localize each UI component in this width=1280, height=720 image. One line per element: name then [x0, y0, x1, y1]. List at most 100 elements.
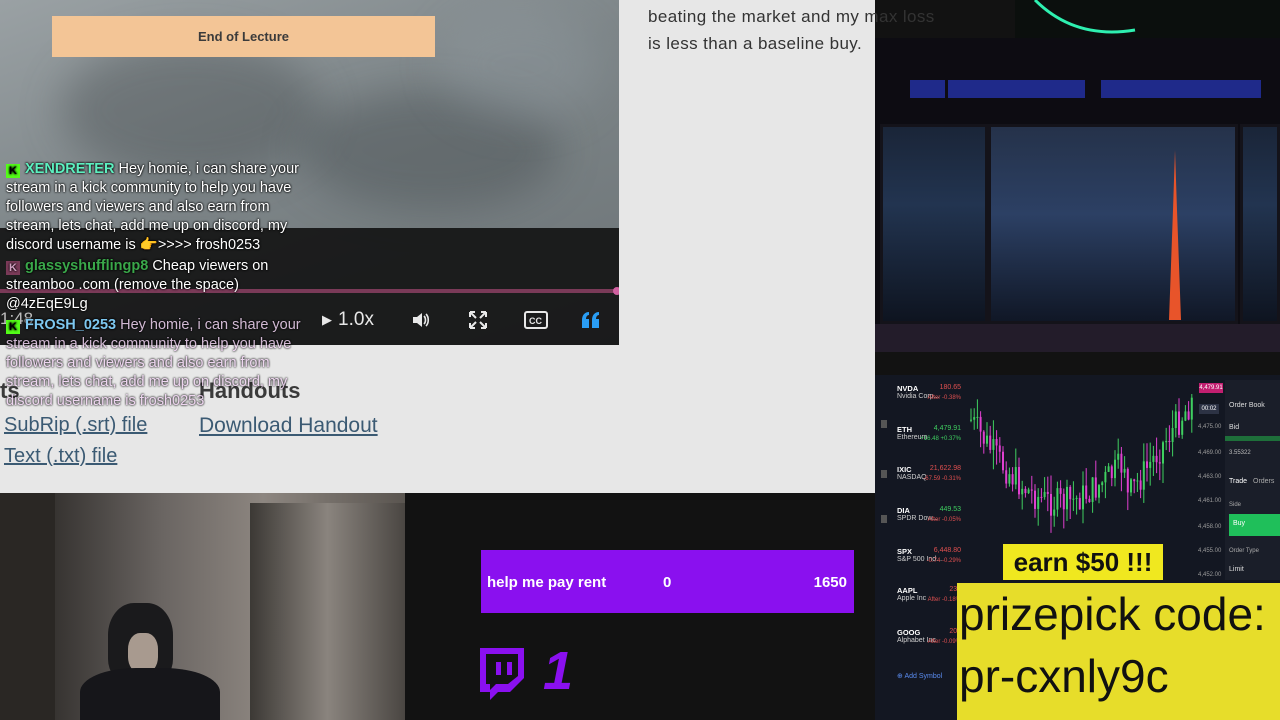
- ticker-change: -67.59 -0.31%: [923, 476, 961, 482]
- candle-body: [1133, 479, 1136, 482]
- sidebar-icon[interactable]: [881, 470, 887, 478]
- watchlist-row[interactable]: IXIC NASDAQ 21,622.98 -67.59 -0.31%: [897, 465, 965, 482]
- side-label: Side: [1229, 502, 1242, 508]
- candle-body: [1011, 474, 1014, 485]
- candle-body: [1178, 411, 1180, 435]
- axis-price: 4,461.00: [1198, 498, 1222, 504]
- candle-body: [1162, 442, 1164, 464]
- candle-body: [1174, 411, 1177, 429]
- candle-body: [1034, 490, 1036, 509]
- watchlist-row[interactable]: AAPL Apple Inc 231 After -0.18%: [897, 586, 965, 603]
- download-handout-link[interactable]: Download Handout: [199, 414, 378, 438]
- chat-username: glassyshufflingp8: [25, 258, 149, 274]
- watchlist-row[interactable]: DIA SPDR Dow... 449.53 After -0.05%: [897, 506, 965, 523]
- fullscreen-button[interactable]: [462, 305, 494, 335]
- candle-body: [1037, 496, 1040, 509]
- chat-overlay: K XENDRETER Hey homie, i can share your s…: [6, 160, 306, 411]
- limit-dropdown[interactable]: Limit: [1229, 566, 1244, 573]
- candle-body: [1149, 461, 1152, 468]
- candle-body: [1158, 462, 1161, 464]
- sidebar-icon[interactable]: [881, 515, 887, 523]
- bid-label: Bid: [1229, 424, 1240, 431]
- candle-body: [1024, 488, 1027, 494]
- srt-file-link[interactable]: SubRip (.srt) file: [4, 414, 147, 437]
- watchlist-row[interactable]: GOOG Alphabet Inc 204 After -0.09%: [897, 628, 965, 645]
- candle-body: [1043, 491, 1046, 498]
- kick-icon: K: [6, 320, 20, 334]
- candle-body: [989, 435, 992, 450]
- ticker-change: -0.74 -0.29%: [926, 558, 961, 564]
- candle-body: [1066, 486, 1068, 510]
- trade-tab[interactable]: Trade: [1229, 478, 1247, 485]
- candle-body: [976, 416, 979, 418]
- kick-icon: K: [6, 164, 20, 178]
- axis-price: 4,463.00: [1198, 474, 1222, 480]
- transcript-button[interactable]: [575, 305, 607, 335]
- candle-body: [1168, 440, 1171, 442]
- ticker-price: 449.53: [939, 506, 961, 513]
- candle-body: [1069, 486, 1072, 500]
- sidebar-icon[interactable]: [881, 420, 887, 428]
- watchlist-row[interactable]: NVDA Nvidia Corp... 180.65 After -0.38%: [897, 384, 965, 401]
- play-icon: ▶: [322, 312, 333, 327]
- candle-body: [1187, 411, 1190, 420]
- orders-tab[interactable]: Orders: [1253, 478, 1274, 485]
- ticker-price: 6,448.80: [933, 547, 961, 554]
- earn-banner: earn $50 !!!: [1003, 544, 1163, 580]
- candle-body: [1085, 485, 1088, 499]
- watchlist-row[interactable]: ETH Ethereum 4,479.91 +16.48 +0.37%: [897, 425, 965, 442]
- candle-body: [1171, 428, 1174, 442]
- axis-price: 4,469.00: [1198, 450, 1222, 456]
- candle-body: [1101, 482, 1104, 486]
- add-symbol-label: Add Symbol: [904, 673, 943, 680]
- scene-window: [988, 124, 1238, 324]
- webcam-person-face: [128, 633, 158, 673]
- twitch-follower-count: 1: [543, 641, 574, 701]
- candle-body: [1053, 509, 1056, 516]
- webcam-doorframe: [0, 493, 55, 720]
- ticker-symbol: GOOG: [897, 628, 921, 637]
- ticker-symbol: AAPL: [897, 586, 918, 595]
- axis-price: 4,475.00: [1198, 424, 1222, 430]
- ticker-symbol: ETH: [897, 425, 912, 434]
- candlesticks: [970, 393, 1193, 533]
- candle-body: [1050, 493, 1052, 516]
- candle-body: [1110, 466, 1113, 479]
- candle-body: [1014, 467, 1017, 485]
- candle-body: [979, 416, 982, 432]
- goal-label: help me pay rent: [487, 574, 607, 591]
- webcam-person-body: [80, 668, 220, 720]
- watchlist-row[interactable]: SPX S&P 500 Ind... 6,448.80 -0.74 -0.29%: [897, 547, 965, 564]
- txt-file-link[interactable]: Text (.txt) file: [4, 445, 117, 468]
- webcam-curtain: [250, 503, 405, 720]
- scene-window: [880, 124, 988, 324]
- candle-body: [973, 417, 976, 420]
- ticker-price: 21,622.98: [929, 465, 961, 472]
- candle-body: [992, 439, 995, 450]
- tower-graphic: [1169, 150, 1181, 320]
- candle-body: [970, 419, 972, 421]
- volume-button[interactable]: [405, 305, 437, 335]
- candle-body: [1094, 477, 1097, 498]
- candle-body: [1142, 461, 1145, 490]
- ticker-symbol: IXIC: [897, 465, 912, 474]
- add-symbol-button[interactable]: ⊕ Add Symbol: [897, 672, 965, 680]
- candle-body: [1155, 455, 1158, 463]
- goal-current: 0: [663, 574, 672, 591]
- captions-button[interactable]: CC: [520, 305, 552, 335]
- donation-goal-bar: help me pay rent 0 1650: [481, 550, 854, 613]
- end-of-lecture-banner[interactable]: End of Lecture: [52, 16, 435, 57]
- buy-button[interactable]: Buy: [1229, 514, 1280, 536]
- order-book-label[interactable]: Order Book: [1229, 402, 1265, 409]
- candle-body: [1098, 485, 1100, 498]
- candle-body: [1107, 466, 1110, 472]
- playback-speed-button[interactable]: ▶ 1.0x: [318, 305, 378, 335]
- candle-body: [1165, 440, 1168, 443]
- twitch-icon: [480, 648, 524, 700]
- scene-light: [910, 80, 945, 98]
- prizepick-code-banner: prizepick code: pr-cxnly9c: [957, 583, 1280, 720]
- candle-body: [1190, 397, 1193, 420]
- candle-body: [1114, 459, 1116, 479]
- ticker-name: NASDAQ: [897, 474, 927, 481]
- candle-body: [998, 445, 1001, 452]
